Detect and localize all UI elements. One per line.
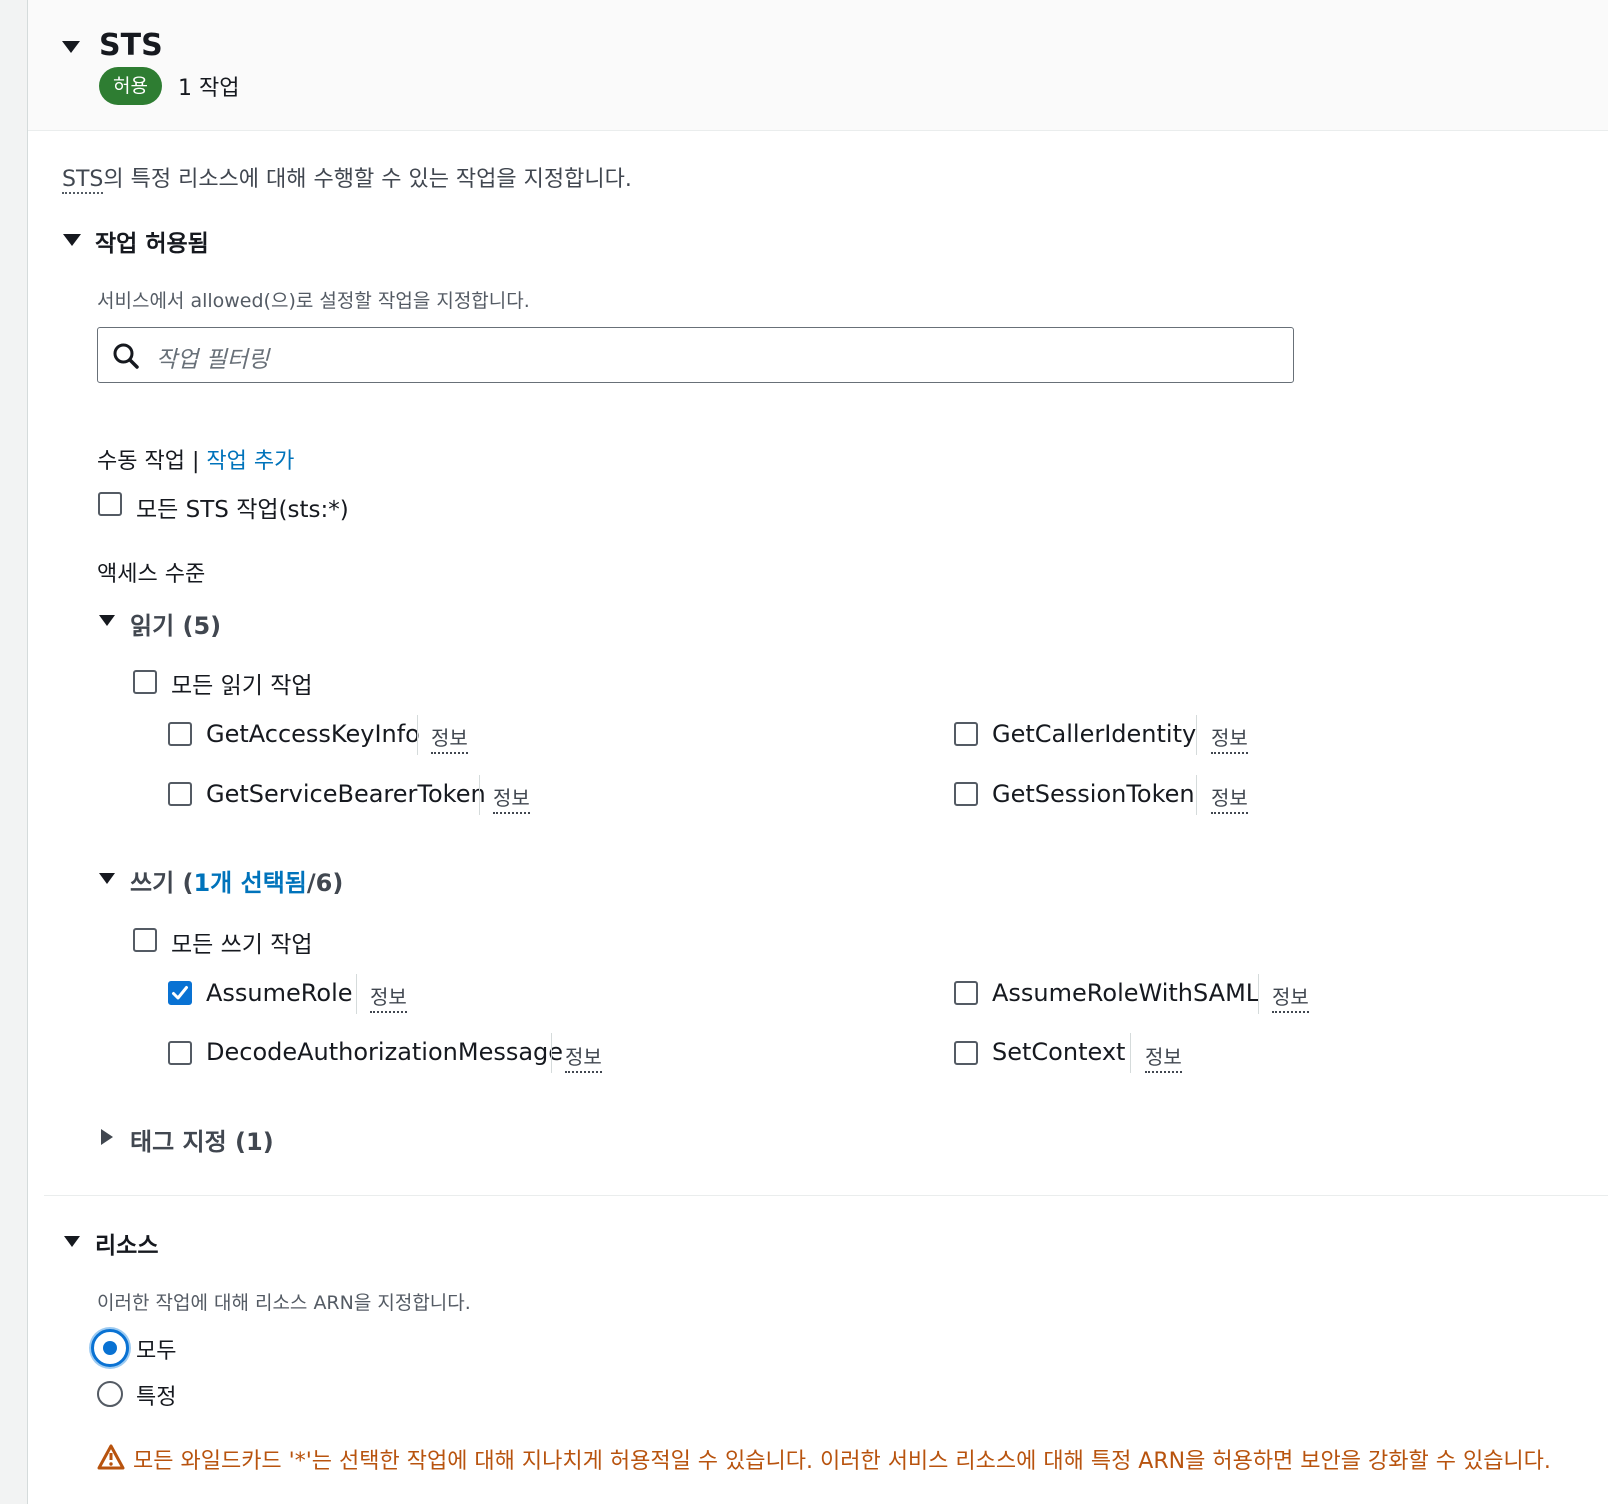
collapse-write-icon[interactable] [99,873,115,884]
info-link-setcontext[interactable]: 정보 [1145,1041,1182,1073]
action-count: 1 작업 [178,76,240,101]
action-label-assumerole[interactable]: AssumeRole [206,979,353,1007]
tagging-group-title[interactable]: 태그 지정 (1) [130,1122,274,1157]
action-checkbox-setcontext[interactable] [954,1041,978,1065]
search-icon [112,342,140,370]
allow-badge: 허용 [99,67,162,105]
info-link-decodeauthorizationmessage[interactable]: 정보 [565,1041,602,1073]
action-checkbox-decodeauthorizationmessage[interactable] [168,1041,192,1065]
resources-title[interactable]: 리소스 [95,1226,158,1260]
info-link-assumerolewithsaml[interactable]: 정보 [1272,981,1309,1013]
all-write-checkbox[interactable] [133,928,157,952]
all-sts-actions-label[interactable]: 모든 STS 작업(sts:*) [136,490,349,524]
collapse-actions-icon[interactable] [63,234,81,246]
radio-dot [103,1341,117,1355]
write-selected-count: 1개 선택됨 [193,869,307,897]
write-title-prefix: 쓰기 ( [130,869,194,897]
read-group-title[interactable]: 읽기 (5) [130,606,221,641]
action-label-getcalleridentity[interactable]: GetCallerIdentity [992,720,1196,748]
actions-allowed-description: 서비스에서 allowed(으)로 설정할 작업을 지정합니다. [97,290,530,312]
resources-description: 이러한 작업에 대해 리소스 ARN을 지정합니다. [97,1292,471,1314]
warning-icon [97,1444,125,1474]
separator [1196,775,1197,815]
radio-specific-label[interactable]: 특정 [136,1379,176,1411]
all-read-label[interactable]: 모든 읽기 작업 [171,666,313,700]
radio-specific-resources[interactable] [97,1381,123,1407]
checkmark-icon [172,986,188,1000]
action-checkbox-getcalleridentity[interactable] [954,722,978,746]
expand-tagging-icon[interactable] [101,1129,113,1145]
radio-all-label[interactable]: 모두 [136,1333,176,1365]
separator [1130,1033,1131,1073]
warning-text: 모든 와일드카드 '*'는 선택한 작업에 대해 지나치게 허용적일 수 있습니… [133,1449,1551,1474]
action-filter-input[interactable]: 작업 필터링 [97,327,1294,383]
section-divider [44,1195,1608,1196]
manual-actions-label: 수동 작업 [97,449,185,474]
service-title: STS [99,28,163,63]
wildcard-warning: 모든 와일드카드 '*'는 선택한 작업에 대해 지나치게 허용적일 수 있습니… [97,1440,1608,1480]
separator [1258,974,1259,1014]
radio-all-resources[interactable] [91,1329,129,1367]
actions-allowed-title[interactable]: 작업 허용됨 [95,224,209,258]
add-action-link[interactable]: 작업 추가 [206,449,294,474]
action-checkbox-getservicebearertoken[interactable] [168,782,192,806]
separator [356,974,357,1014]
filter-placeholder: 작업 필터링 [156,347,270,373]
info-link-getcalleridentity[interactable]: 정보 [1211,722,1248,754]
all-sts-actions-checkbox[interactable] [98,492,122,516]
info-link-getsessiontoken[interactable]: 정보 [1211,782,1248,814]
write-title-suffix: /6) [306,869,344,897]
action-label-getservicebearertoken[interactable]: GetServiceBearerToken [206,780,486,808]
collapse-resources-icon[interactable] [64,1236,80,1247]
collapse-service-icon[interactable] [62,41,80,53]
action-checkbox-getsessiontoken[interactable] [954,782,978,806]
action-checkbox-getaccesskeyinfo[interactable] [168,722,192,746]
separator [479,775,480,815]
service-header [28,0,1608,131]
action-label-assumerolewithsaml[interactable]: AssumeRoleWithSAML [992,979,1259,1007]
info-link-getservicebearertoken[interactable]: 정보 [493,782,530,814]
all-read-checkbox[interactable] [133,670,157,694]
separator: | [191,449,200,474]
manual-actions-row: 수동 작업 | 작업 추가 [97,443,294,475]
action-checkbox-assumerole[interactable] [168,981,192,1005]
separator [417,715,418,755]
info-link-getaccesskeyinfo[interactable]: 정보 [431,722,468,754]
action-checkbox-assumerolewithsaml[interactable] [954,981,978,1005]
action-label-decodeauthorizationmessage[interactable]: DecodeAuthorizationMessage [206,1038,563,1066]
service-description-text: 의 특정 리소스에 대해 수행할 수 있는 작업을 지정합니다. [103,167,632,192]
access-level-label: 액세스 수준 [97,562,206,587]
action-label-getaccesskeyinfo[interactable]: GetAccessKeyInfo [206,720,420,748]
all-write-label[interactable]: 모든 쓰기 작업 [171,925,313,959]
separator [1196,715,1197,755]
write-group-title[interactable]: 쓰기 (1개 선택됨/6) [130,863,343,898]
sts-abbreviation[interactable]: STS [62,167,104,194]
action-label-getsessiontoken[interactable]: GetSessionToken [992,780,1195,808]
left-rail [0,0,28,1504]
service-description: STS의 특정 리소스에 대해 수행할 수 있는 작업을 지정합니다. [62,161,632,194]
info-link-assumerole[interactable]: 정보 [370,981,407,1013]
separator [551,1033,552,1073]
collapse-read-icon[interactable] [99,615,115,626]
action-label-setcontext[interactable]: SetContext [992,1038,1125,1066]
